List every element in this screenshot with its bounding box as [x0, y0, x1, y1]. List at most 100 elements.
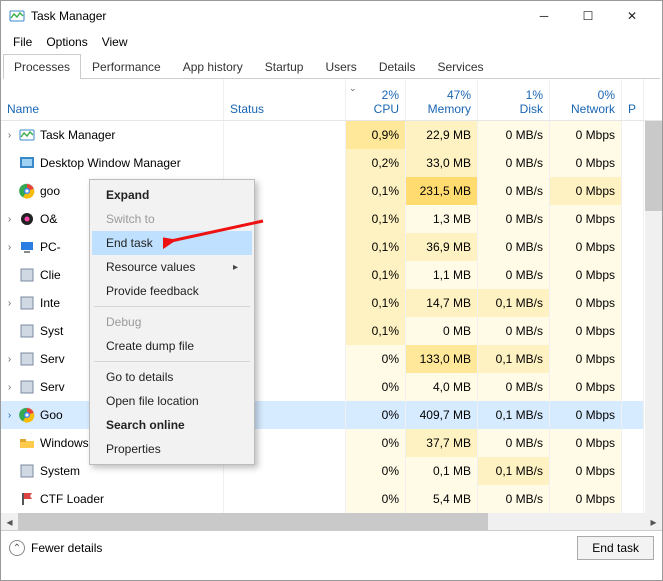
- context-menu-item-provide-feedback[interactable]: Provide feedback: [92, 279, 252, 303]
- process-name: System: [40, 464, 80, 478]
- col-header-name[interactable]: Name: [1, 79, 224, 120]
- process-name: goo: [40, 184, 60, 198]
- context-menu-item-resource-values[interactable]: Resource values ▸: [92, 255, 252, 279]
- hscroll-thumb[interactable]: [18, 513, 488, 530]
- end-task-button[interactable]: End task: [577, 536, 654, 560]
- cell-p: [622, 429, 644, 457]
- cell-cpu: 0,1%: [346, 261, 406, 289]
- context-menu-label: Search online: [106, 418, 185, 432]
- cell-status: [224, 485, 346, 513]
- table-row[interactable]: ›Task Manager0,9%22,9 MB0 MB/s0 Mbps: [1, 121, 662, 149]
- process-name: Serv: [40, 380, 65, 394]
- cell-p: [622, 233, 644, 261]
- tab-startup[interactable]: Startup: [254, 54, 315, 79]
- col-header-disk[interactable]: 1%Disk: [478, 79, 550, 120]
- process-name: Serv: [40, 352, 65, 366]
- horizontal-scrollbar[interactable]: ◂ ▸: [1, 513, 662, 530]
- context-menu-item-end-task[interactable]: End task: [92, 231, 252, 255]
- cell-network: 0 Mbps: [550, 289, 622, 317]
- close-button[interactable]: ✕: [610, 1, 654, 31]
- vertical-scrollbar[interactable]: [645, 121, 662, 513]
- expand-chevron-icon[interactable]: ›: [5, 298, 14, 309]
- cell-disk: 0 MB/s: [478, 317, 550, 345]
- scroll-left-icon[interactable]: ◂: [1, 513, 18, 530]
- table-row[interactable]: Desktop Window Manager0,2%33,0 MB0 MB/s0…: [1, 149, 662, 177]
- tab-app-history[interactable]: App history: [172, 54, 254, 79]
- fewer-details-button[interactable]: ⌃ Fewer details: [9, 540, 102, 556]
- tab-details[interactable]: Details: [368, 54, 427, 79]
- menu-options[interactable]: Options: [40, 33, 93, 51]
- cell-network: 0 Mbps: [550, 121, 622, 149]
- cell-cpu: 0,9%: [346, 121, 406, 149]
- context-menu-item-properties[interactable]: Properties: [92, 437, 252, 461]
- process-icon: [19, 267, 35, 283]
- cell-memory: 5,4 MB: [406, 485, 478, 513]
- tab-processes[interactable]: Processes: [3, 54, 81, 79]
- context-menu-item-expand[interactable]: Expand: [92, 183, 252, 207]
- cell-cpu: 0,2%: [346, 149, 406, 177]
- context-menu-item-search-online[interactable]: Search online: [92, 413, 252, 437]
- cell-p: [622, 177, 644, 205]
- cell-disk: 0 MB/s: [478, 233, 550, 261]
- cell-p: [622, 289, 644, 317]
- col-header-network[interactable]: 0%Network: [550, 79, 622, 120]
- process-icon: [19, 183, 35, 199]
- cell-cpu: 0%: [346, 401, 406, 429]
- cell-cpu: 0,1%: [346, 317, 406, 345]
- table-row[interactable]: CTF Loader0%5,4 MB0 MB/s0 Mbps: [1, 485, 662, 513]
- process-name: Syst: [40, 324, 63, 338]
- expand-chevron-icon[interactable]: ›: [5, 214, 14, 225]
- col-header-memory[interactable]: 47%Memory: [406, 79, 478, 120]
- context-menu-label: Resource values: [106, 260, 195, 274]
- context-menu-item-open-file-location[interactable]: Open file location: [92, 389, 252, 413]
- cell-disk: 0,1 MB/s: [478, 289, 550, 317]
- context-menu-item-go-to-details[interactable]: Go to details: [92, 365, 252, 389]
- expand-chevron-icon[interactable]: ›: [5, 242, 14, 253]
- menu-file[interactable]: File: [7, 33, 38, 51]
- cell-cpu: 0%: [346, 345, 406, 373]
- menubar: FileOptionsView: [1, 31, 662, 53]
- tab-users[interactable]: Users: [314, 54, 367, 79]
- cell-disk: 0,1 MB/s: [478, 345, 550, 373]
- context-menu-label: Expand: [106, 188, 149, 202]
- expand-chevron-icon[interactable]: ›: [5, 382, 14, 393]
- cell-p: [622, 485, 644, 513]
- cell-memory: 4,0 MB: [406, 373, 478, 401]
- expand-chevron-icon[interactable]: ›: [5, 410, 14, 421]
- process-name: Task Manager: [40, 128, 115, 142]
- process-icon: [19, 211, 35, 227]
- maximize-button[interactable]: ☐: [566, 1, 610, 31]
- col-header-p[interactable]: P: [622, 79, 644, 120]
- cell-p: [622, 457, 644, 485]
- process-icon: [19, 463, 35, 479]
- scrollbar-thumb[interactable]: [645, 121, 662, 211]
- cell-memory: 133,0 MB: [406, 345, 478, 373]
- cell-disk: 0,1 MB/s: [478, 457, 550, 485]
- context-menu-item-create-dump-file[interactable]: Create dump file: [92, 334, 252, 358]
- scroll-right-icon[interactable]: ▸: [645, 513, 662, 530]
- cell-disk: 0 MB/s: [478, 485, 550, 513]
- tabs: ProcessesPerformanceApp historyStartupUs…: [3, 53, 660, 79]
- context-menu-label: Properties: [106, 442, 161, 456]
- sort-indicator-icon: ⌄: [349, 83, 357, 94]
- cell-cpu: 0%: [346, 457, 406, 485]
- menu-view[interactable]: View: [96, 33, 134, 51]
- process-name: PC-: [40, 240, 61, 254]
- cell-network: 0 Mbps: [550, 317, 622, 345]
- process-name: CTF Loader: [40, 492, 104, 506]
- process-name: O&: [40, 212, 57, 226]
- cell-name: CTF Loader: [1, 485, 224, 513]
- submenu-arrow-icon: ▸: [233, 262, 238, 273]
- tab-performance[interactable]: Performance: [81, 54, 172, 79]
- context-menu-label: Provide feedback: [106, 284, 199, 298]
- cell-cpu: 0,1%: [346, 289, 406, 317]
- cell-network: 0 Mbps: [550, 261, 622, 289]
- expand-chevron-icon[interactable]: ›: [5, 354, 14, 365]
- cell-memory: 14,7 MB: [406, 289, 478, 317]
- cell-memory: 22,9 MB: [406, 121, 478, 149]
- minimize-button[interactable]: ─: [522, 1, 566, 31]
- cell-memory: 0,1 MB: [406, 457, 478, 485]
- col-header-status[interactable]: Status: [224, 79, 346, 120]
- expand-chevron-icon[interactable]: ›: [5, 130, 14, 141]
- tab-services[interactable]: Services: [427, 54, 495, 79]
